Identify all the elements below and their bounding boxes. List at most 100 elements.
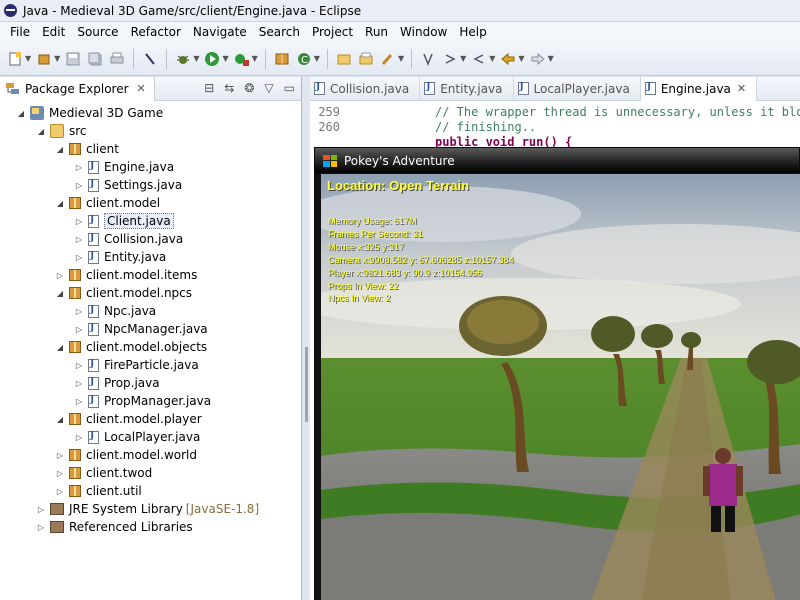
tree-item[interactable]: ▷ client.twod [55, 464, 152, 482]
previous-annotation-icon[interactable] [470, 50, 488, 68]
collapsed-arrow-icon[interactable]: ▷ [74, 181, 84, 190]
close-icon[interactable]: ✕ [737, 82, 746, 95]
collapsed-arrow-icon[interactable]: ▷ [74, 397, 84, 406]
collapsed-arrow-icon[interactable]: ▷ [36, 523, 46, 532]
menu-edit[interactable]: Edit [36, 25, 71, 39]
tree-item[interactable]: ▷ Prop.java [74, 374, 160, 392]
tree-item[interactable]: ◢ client.model.player [55, 410, 202, 428]
menu-refactor[interactable]: Refactor [125, 25, 187, 39]
next-annotation-icon[interactable] [441, 50, 459, 68]
toggle-breakpoint-icon[interactable] [141, 50, 159, 68]
collapse-all-icon[interactable]: ⊟ [204, 81, 214, 95]
new-package-icon[interactable] [35, 50, 53, 68]
collapsed-arrow-icon[interactable]: ▷ [55, 271, 65, 280]
chevron-down-icon[interactable]: ▼ [252, 54, 258, 63]
game-viewport[interactable]: Location: Open Terrain Memory Usage: 617… [321, 174, 800, 600]
tree-item[interactable]: ▷ Collision.java [74, 230, 183, 248]
collapsed-arrow-icon[interactable]: ▷ [55, 469, 65, 478]
editor-tab[interactable]: Engine.java ✕ [640, 76, 758, 101]
expanded-arrow-icon[interactable]: ◢ [55, 145, 65, 154]
menu-project[interactable]: Project [306, 25, 359, 39]
chevron-down-icon[interactable]: ▼ [25, 54, 31, 63]
chevron-down-icon[interactable]: ▼ [460, 54, 466, 63]
collapsed-arrow-icon[interactable]: ▷ [74, 163, 84, 172]
collapsed-arrow-icon[interactable]: ▷ [74, 325, 84, 334]
collapsed-arrow-icon[interactable]: ▷ [74, 433, 84, 442]
tree-item[interactable]: ▷ Referenced Libraries [36, 518, 193, 536]
editor-tab[interactable]: Entity.java [420, 76, 514, 101]
chevron-down-icon[interactable]: ▼ [54, 54, 60, 63]
tree-item[interactable]: ▷ LocalPlayer.java [74, 428, 200, 446]
forward-icon[interactable] [529, 50, 547, 68]
tree-item[interactable]: ◢ client.model.npcs [55, 284, 192, 302]
view-menu-icon[interactable]: ▽ [264, 81, 273, 95]
tree-item[interactable]: ◢ src [36, 122, 87, 140]
chevron-down-icon[interactable]: ▼ [314, 54, 320, 63]
menu-navigate[interactable]: Navigate [187, 25, 253, 39]
tab-package-explorer[interactable]: Package Explorer ✕ [0, 76, 155, 101]
new-class-icon[interactable]: C [295, 50, 313, 68]
tree-item[interactable]: ▷ NpcManager.java [74, 320, 208, 338]
collapsed-arrow-icon[interactable]: ▷ [74, 361, 84, 370]
expanded-arrow-icon[interactable]: ◢ [55, 289, 65, 298]
tree-item[interactable]: ▷ PropManager.java [74, 392, 211, 410]
tree-item[interactable]: ▷ Client.java [74, 212, 174, 230]
menu-run[interactable]: Run [359, 25, 394, 39]
new-icon[interactable] [6, 50, 24, 68]
print-icon[interactable] [108, 50, 126, 68]
menu-window[interactable]: Window [394, 25, 453, 39]
chevron-down-icon[interactable]: ▼ [398, 54, 404, 63]
new-java-project-icon[interactable] [273, 50, 291, 68]
chevron-down-icon[interactable]: ▼ [193, 54, 199, 63]
link-with-editor-icon[interactable]: ⇆ [224, 81, 234, 95]
tree-item[interactable]: ◢ client [55, 140, 119, 158]
menu-source[interactable]: Source [71, 25, 124, 39]
run-external-icon[interactable] [233, 50, 251, 68]
annotation-icon[interactable] [419, 50, 437, 68]
tree-item[interactable]: ▷ FireParticle.java [74, 356, 199, 374]
collapsed-arrow-icon[interactable]: ▷ [74, 307, 84, 316]
expanded-arrow-icon[interactable]: ◢ [55, 199, 65, 208]
editor-tab[interactable]: Collision.java [310, 76, 421, 101]
collapsed-arrow-icon[interactable]: ▷ [74, 235, 84, 244]
tree-item[interactable]: ◢ Medieval 3D Game [16, 104, 163, 122]
game-titlebar[interactable]: Pokey's Adventure [315, 148, 799, 173]
back-icon[interactable] [499, 50, 517, 68]
tree-item[interactable]: ▷ Npc.java [74, 302, 156, 320]
collapsed-arrow-icon[interactable]: ▷ [55, 487, 65, 496]
save-all-icon[interactable] [86, 50, 104, 68]
chevron-down-icon[interactable]: ▼ [222, 54, 228, 63]
menu-file[interactable]: File [4, 25, 36, 39]
close-icon[interactable]: ✕ [137, 82, 146, 95]
collapsed-arrow-icon[interactable]: ▷ [55, 451, 65, 460]
collapsed-arrow-icon[interactable]: ▷ [74, 217, 84, 226]
run-icon[interactable] [203, 50, 221, 68]
collapsed-arrow-icon[interactable]: ▷ [36, 505, 46, 514]
editor-tab[interactable]: LocalPlayer.java [514, 76, 641, 101]
chevron-down-icon[interactable]: ▼ [548, 54, 554, 63]
filters-icon[interactable]: ❂ [244, 81, 254, 95]
menu-help[interactable]: Help [453, 25, 492, 39]
menu-search[interactable]: Search [253, 25, 306, 39]
open-task-icon[interactable] [357, 50, 375, 68]
expanded-arrow-icon[interactable]: ◢ [16, 109, 26, 118]
tree-item[interactable]: ▷ client.model.world [55, 446, 197, 464]
save-icon[interactable] [64, 50, 82, 68]
expanded-arrow-icon[interactable]: ◢ [55, 415, 65, 424]
search-icon[interactable] [379, 50, 397, 68]
tree-item[interactable]: ▷ client.util [55, 482, 142, 500]
collapsed-arrow-icon[interactable]: ▷ [74, 253, 84, 262]
scroll-marker[interactable] [305, 347, 308, 422]
tree-item[interactable]: ▷ JRE System Library [JavaSE-1.8] [36, 500, 259, 518]
expanded-arrow-icon[interactable]: ◢ [36, 127, 46, 136]
tree-item[interactable]: ▷ Engine.java [74, 158, 174, 176]
debug-icon[interactable] [174, 50, 192, 68]
expanded-arrow-icon[interactable]: ◢ [55, 343, 65, 352]
chevron-down-icon[interactable]: ▼ [518, 54, 524, 63]
tree-item[interactable]: ◢ client.model [55, 194, 160, 212]
tree-item[interactable]: ◢ client.model.objects [55, 338, 207, 356]
tree-item[interactable]: ▷ client.model.items [55, 266, 197, 284]
open-type-icon[interactable] [335, 50, 353, 68]
tree-item[interactable]: ▷ Entity.java [74, 248, 166, 266]
minimize-icon[interactable]: ▭ [284, 81, 295, 95]
